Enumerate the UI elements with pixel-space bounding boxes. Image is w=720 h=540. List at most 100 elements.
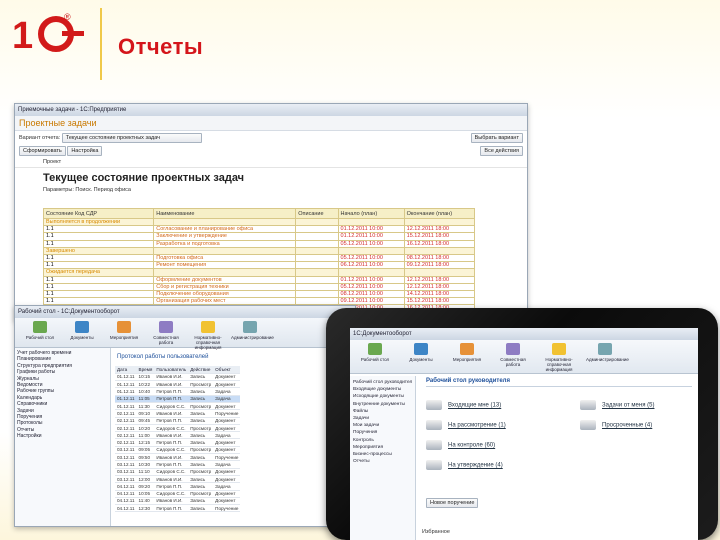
- task-inbox-item[interactable]: Входящие мне (13): [426, 400, 501, 410]
- report-row[interactable]: 1.1 Разработка и подготовка 05.12.2011 10:…: [42, 239, 476, 248]
- report-row[interactable]: 1.1 Согласование и планирование офиса 01.1…: [42, 225, 476, 234]
- settings-button[interactable]: Настройка: [67, 146, 103, 156]
- nav-item[interactable]: Отчеты: [353, 458, 412, 465]
- journal-cell: 04.12.11: [115, 482, 137, 491]
- nav-item[interactable]: Бизнес-процессы: [353, 451, 412, 458]
- journal-row[interactable]: 04.12.11 10:05 Сидоров С.С. Просмотр Докумен…: [115, 490, 241, 498]
- ribbon-button[interactable]: Рабочий стол: [21, 320, 59, 345]
- report-row[interactable]: 1.1 Сбор и регистрация техники 05.12.2011 …: [42, 282, 476, 291]
- tablet-titlebar[interactable]: 1С:Документооборот: [350, 328, 698, 340]
- ribbon-button[interactable]: Рабочий стол: [356, 342, 394, 371]
- journal-row[interactable]: 01.12.11 10:22 Иванов И.И. Просмотр Документ: [115, 380, 241, 389]
- journal-cell: 01.12.11: [115, 380, 137, 389]
- report-column-header: Начало (план): [337, 208, 405, 219]
- task-icon: [426, 460, 442, 470]
- nav-item[interactable]: Настройки: [17, 433, 108, 439]
- journal-window-titlebar[interactable]: Рабочий стол - 1С:Документооборот: [15, 306, 355, 318]
- report-row[interactable]: 1.1 Оформление документов 01.12.2011 10:00…: [42, 275, 476, 284]
- ribbon-button[interactable]: Нормативно-справочная информация: [189, 320, 227, 350]
- journal-cell: Петров П.П.: [154, 395, 189, 404]
- ribbon-button[interactable]: Совместная работа: [147, 320, 185, 345]
- journal-cell: 02.12.11: [115, 409, 137, 418]
- ribbon-label: Рабочий стол: [360, 357, 390, 362]
- journal-row[interactable]: 03.12.11 12:00 Иванов И.И. Запись Документ: [115, 475, 241, 484]
- new-task-button[interactable]: Новое поручение: [426, 498, 479, 508]
- journal-column-header: Время: [136, 366, 155, 374]
- task-control-item[interactable]: На контроле (60): [426, 440, 495, 450]
- journal-cell: 09:10: [136, 409, 155, 418]
- journal-cell: Иванов И.И.: [154, 431, 189, 440]
- svg-text:1: 1: [12, 15, 33, 54]
- journal-row[interactable]: 02.12.11 12:15 Петров П.П. Запись Документ: [115, 438, 241, 447]
- report-row[interactable]: 1.1 Заключение и утверждение 01.12.2011 10…: [42, 232, 476, 241]
- report-cell: 12.12.2011 18:00: [403, 282, 476, 291]
- report-row[interactable]: Ожидается передача: [42, 268, 476, 277]
- ribbon-button[interactable]: Совместная работа: [494, 342, 532, 371]
- ribbon-button[interactable]: Администрирование: [586, 342, 629, 371]
- ribbon-button[interactable]: Мероприятия: [448, 342, 486, 371]
- report-row[interactable]: Выполняется в продолжении: [42, 217, 476, 227]
- nav-item[interactable]: Задачи: [353, 415, 412, 422]
- journal-row[interactable]: 03.12.11 11:10 Сидоров С.С. Просмотр Докумен…: [115, 468, 241, 476]
- journal-nav-panel: Учет рабочего времени Планирование Структу…: [15, 348, 111, 526]
- journal-cell: 11:05: [136, 395, 155, 404]
- ribbon-button[interactable]: Мероприятия: [105, 320, 143, 345]
- report-row[interactable]: 1.1 Ремонт помещения 06.12.2011 10:00 09.12…: [42, 261, 476, 270]
- journal-cell: Запись: [188, 409, 214, 418]
- report-row[interactable]: 1.1 Подготовка офиса 05.12.2011 10:00 08.12…: [42, 253, 476, 263]
- journal-cell: Просмотр: [188, 402, 214, 411]
- report-row[interactable]: Завершено: [42, 246, 476, 255]
- report-row[interactable]: 1.1 Организация рабочих мест 09.12.2011 10…: [42, 297, 476, 306]
- report-column-header: Окончание (план): [403, 208, 476, 219]
- ribbon-button[interactable]: Нормативно-справочная информация: [540, 342, 578, 372]
- task-approval-item[interactable]: На утверждение (4): [426, 460, 503, 470]
- nav-item[interactable]: Файлы: [353, 408, 412, 415]
- tablet-main: Рабочий стол руководителя Входящие мне (…: [420, 376, 698, 540]
- overdue-tasks-item[interactable]: Просроченные (4): [580, 420, 652, 430]
- report-window-titlebar[interactable]: Приемочные задачи - 1С:Предприятие: [15, 104, 527, 116]
- ribbon-label: Мероприятия: [109, 335, 139, 340]
- nav-item[interactable]: Поручения: [353, 429, 412, 436]
- ribbon-button[interactable]: Документы: [63, 320, 101, 345]
- journal-row[interactable]: 03.12.11 09:05 Сидоров С.С. Просмотр Докумен…: [115, 446, 241, 455]
- journal-cell: Петров П.П.: [154, 504, 189, 513]
- ribbon-button[interactable]: Документы: [402, 342, 440, 371]
- journal-row[interactable]: 02.12.11 11:00 Иванов И.И. Запись Задача: [115, 431, 241, 440]
- nav-item[interactable]: Рабочий стол руководителя: [353, 379, 412, 386]
- journal-row[interactable]: 04.12.11 11:40 Иванов И.И. Запись Документ: [115, 497, 241, 506]
- journal-row[interactable]: 03.12.11 10:30 Петров П.П. Запись Задача: [115, 460, 241, 469]
- nav-item[interactable]: Мои задачи: [353, 422, 412, 429]
- ribbon-button[interactable]: Администрирование: [231, 320, 274, 345]
- journal-row[interactable]: 01.12.11 11:05 Петров П.П. Запись Задача: [115, 395, 241, 404]
- choose-variant-button[interactable]: Выбрать вариант: [470, 133, 523, 143]
- nav-item[interactable]: Входящие документы: [353, 386, 412, 393]
- journal-row[interactable]: 03.12.11 09:50 Иванов И.И. Запись Поручение: [115, 453, 241, 462]
- report-header-row: Состояние Код СДР Наименование Описание Нач…: [42, 208, 476, 219]
- journal-cell: 03.12.11: [115, 453, 137, 462]
- all-actions-button[interactable]: Все действия: [480, 146, 523, 156]
- section-icon: [414, 343, 428, 355]
- nav-item[interactable]: Внутренние документы: [353, 401, 412, 408]
- journal-row[interactable]: 01.12.11 11:30 Сидоров С.С. Просмотр Докумен…: [115, 402, 241, 411]
- journal-cell: Просмотр: [188, 490, 214, 498]
- journal-cell: Запись: [188, 460, 214, 469]
- generate-button[interactable]: Сформировать: [19, 146, 66, 156]
- journal-row[interactable]: 02.12.11 10:20 Сидоров С.С. Просмотр Докумен…: [115, 424, 241, 433]
- journal-row[interactable]: 02.12.11 09:45 Петров П.П. Запись Документ: [115, 417, 241, 425]
- journal-row[interactable]: 04.12.11 12:30 Петров П.П. Запись Поручение: [115, 504, 241, 513]
- nav-item[interactable]: Исходящие документы: [353, 393, 412, 400]
- report-variant-field[interactable]: Текущее состояние проектных задач: [61, 133, 202, 143]
- slide-title: Отчеты: [118, 34, 204, 59]
- journal-row[interactable]: 04.12.11 09:20 Петров П.П. Запись Задача: [115, 482, 241, 491]
- journal-row[interactable]: 01.12.11 10:40 Петров П.П. Запись Задача: [115, 387, 241, 396]
- report-cell: Подготовка офиса: [153, 253, 297, 263]
- nav-item[interactable]: Контроль: [353, 437, 412, 444]
- nav-item[interactable]: Мероприятия: [353, 444, 412, 451]
- report-cell: [295, 268, 339, 277]
- journal-row[interactable]: 02.12.11 09:10 Иванов И.И. Запись Поручение: [115, 409, 241, 418]
- journal-row[interactable]: 01.12.11 10:15 Иванов И.И. Запись Документ: [115, 373, 241, 382]
- journal-cell: 12:15: [136, 438, 155, 447]
- task-review-item[interactable]: На рассмотрение (1): [426, 420, 506, 430]
- tasks-from-me-item[interactable]: Задачи от меня (5): [580, 400, 654, 410]
- report-row[interactable]: 1.1 Подключение оборудования 08.12.2011 10…: [42, 289, 476, 299]
